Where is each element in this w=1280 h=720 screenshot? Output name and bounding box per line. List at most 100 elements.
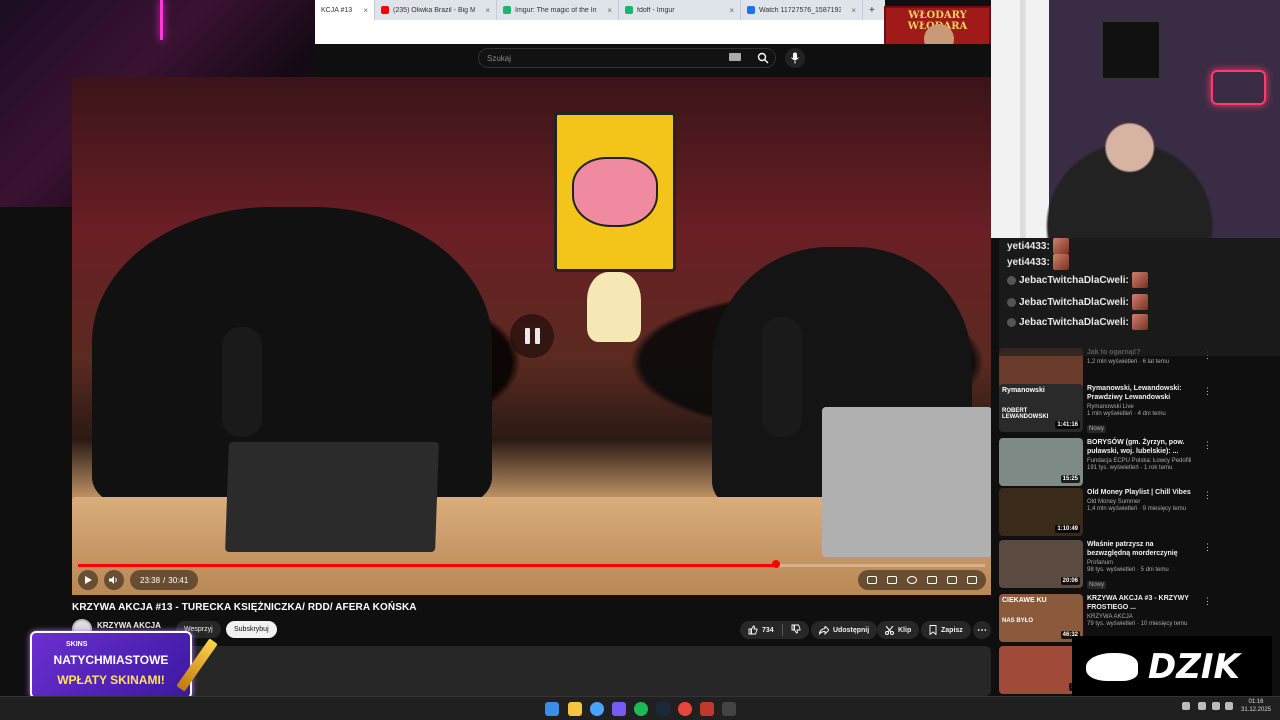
- spotify-icon[interactable]: [634, 702, 648, 716]
- boar-icon: [1086, 653, 1138, 681]
- recommendation-meta: Old Money Playlist | Chill Vibes Old Mone…: [1087, 488, 1199, 512]
- recommendation-title-line2[interactable]: bezwzględną morderczynię: [1087, 549, 1199, 558]
- close-tab-icon[interactable]: ×: [607, 6, 612, 15]
- recommendation-title-line2[interactable]: puławski, woj. lubelskie): ...: [1087, 447, 1199, 456]
- recommendation-title[interactable]: Old Money Playlist | Chill Vibes: [1087, 488, 1199, 497]
- recommendation-meta: Rymanowski, Lewandowski: Prawdziwy Lewand…: [1087, 384, 1199, 435]
- fullscreen-icon[interactable]: [967, 576, 977, 584]
- browser-address-bar[interactable]: [315, 20, 885, 44]
- video-progress-bar[interactable]: [78, 560, 985, 568]
- recommendation-channel[interactable]: Profanum: [1087, 560, 1199, 566]
- video-thumbnail[interactable]: 1:10:49: [999, 488, 1083, 536]
- chat-username: JebacTwitchaDlaCweli:: [1019, 274, 1129, 286]
- chat-badge-icon: [1007, 297, 1016, 307]
- recommendation-channel[interactable]: Rymanowski Live: [1087, 404, 1199, 410]
- clip-button[interactable]: Klip: [877, 621, 920, 639]
- video-thumbnail[interactable]: 15:25: [999, 438, 1083, 486]
- more-actions-button[interactable]: ⋯: [973, 621, 991, 639]
- tray-chevron-icon[interactable]: [1182, 702, 1190, 710]
- miniplayer-icon[interactable]: [927, 576, 937, 584]
- tab-label: KCJA #13: [321, 6, 353, 14]
- recommendation-title-line2[interactable]: Prawdziwy Lewandowski: [1087, 393, 1199, 402]
- chat-badge-icon: [1007, 275, 1016, 285]
- recommendation-channel[interactable]: Fundacja ECPU Polska: Łowcy Pedofili: [1087, 458, 1199, 464]
- app-icon-3[interactable]: [722, 702, 736, 716]
- save-button[interactable]: Zapisz: [921, 621, 971, 639]
- subscribe-button[interactable]: Subskrybuj: [226, 621, 277, 638]
- video-thumbnail[interactable]: CIEKAWE KU NAS BYŁO 46:32: [999, 594, 1083, 642]
- video-player[interactable]: 23:38 / 30:41: [72, 77, 991, 595]
- system-clock[interactable]: 01:16 31.12.2025: [1236, 698, 1276, 714]
- new-tab-button[interactable]: +: [863, 0, 881, 20]
- video-duration: 1:10:49: [1055, 525, 1080, 533]
- subtitles-icon[interactable]: [887, 576, 897, 584]
- video-thumbnail[interactable]: Rymanowski ROBERT LEWANDOWSKI 1:41:16: [999, 384, 1083, 432]
- recommendation-stats: 98 tys. wyświetleń · 5 dni temu: [1087, 567, 1169, 573]
- skull-figure: [587, 272, 641, 342]
- keyboard-icon[interactable]: [729, 53, 741, 61]
- tab-label: Watch 11727576_15871932215: [759, 6, 842, 14]
- share-button[interactable]: Udostępnij: [811, 621, 878, 639]
- network-icon[interactable]: [1212, 702, 1220, 710]
- browser-tab[interactable]: KCJA #13 ×: [315, 0, 375, 20]
- recommendation-item[interactable]: 1:10:49 Old Money Playlist | Chill Vibes O…: [999, 488, 1269, 540]
- recommendation-channel[interactable]: Old Money Summer: [1087, 499, 1199, 505]
- recommendation-title[interactable]: BORYSÓW (gm. Żyrzyn, pow.: [1087, 438, 1199, 447]
- recommendation-title[interactable]: Rymanowski, Lewandowski:: [1087, 384, 1199, 393]
- recommendation-item[interactable]: Rymanowski ROBERT LEWANDOWSKI 1:41:16 Ryman…: [999, 384, 1269, 436]
- thumbs-down-icon: [791, 624, 801, 634]
- volume-tray-icon[interactable]: [1225, 702, 1233, 710]
- voice-search-button[interactable]: [785, 48, 805, 68]
- steam-icon[interactable]: [656, 702, 670, 716]
- tab-favicon-icon: [625, 6, 633, 14]
- video-thumbnail[interactable]: 17: [999, 646, 1083, 694]
- chrome-icon[interactable]: [590, 702, 604, 716]
- file-explorer-icon[interactable]: [568, 702, 582, 716]
- recommendation-item[interactable]: 20:06 Właśnie patrzysz na bezwzględną mord…: [999, 540, 1269, 592]
- pause-indicator-icon[interactable]: [510, 314, 554, 358]
- laptop-left: [225, 442, 439, 552]
- more-options-icon[interactable]: ⋮: [1203, 386, 1212, 397]
- like-button[interactable]: 734: [748, 625, 774, 635]
- recommendation-title-line2[interactable]: FROSTIEGO ...: [1087, 603, 1199, 612]
- volume-button[interactable]: [104, 570, 124, 590]
- microphone-tray-icon[interactable]: [1198, 702, 1206, 710]
- tab-label: (235) Oliwka Brazil - Big Mome: [393, 6, 476, 14]
- recommendation-meta: Właśnie patrzysz na bezwzględną morderczy…: [1087, 540, 1199, 591]
- browser-tab[interactable]: Watch 11727576_15871932215 ×: [741, 0, 863, 20]
- more-options-icon[interactable]: ⋮: [1203, 490, 1212, 501]
- close-tab-icon[interactable]: ×: [729, 6, 734, 15]
- more-options-icon[interactable]: ⋮: [1203, 440, 1212, 451]
- dislike-button[interactable]: [791, 624, 801, 636]
- search-button[interactable]: [749, 48, 776, 68]
- scrubber-handle[interactable]: [772, 560, 781, 568]
- play-button[interactable]: [78, 570, 98, 590]
- start-menu-icon[interactable]: [545, 702, 559, 716]
- recommendation-title[interactable]: KRZYWA AKCJA #3 - KRZYWY: [1087, 594, 1199, 603]
- streamer-webcam-right: [991, 0, 1280, 238]
- share-label: Udostępnij: [833, 626, 870, 634]
- skins-promo-banner: SKINS NATYCHMIASTOWE WPŁATY SKINAMI!: [30, 631, 192, 699]
- more-options-icon[interactable]: ⋮: [1203, 596, 1212, 607]
- app-icon-2[interactable]: [700, 702, 714, 716]
- browser-tab[interactable]: Imgur: The magic of the Intern ×: [497, 0, 619, 20]
- recommendation-meta: KRZYWA AKCJA #3 - KRZYWY FROSTIEGO ... KRZ…: [1087, 594, 1199, 627]
- video-thumbnail[interactable]: 20:06: [999, 540, 1083, 588]
- more-options-icon[interactable]: ⋮: [1203, 542, 1212, 553]
- browser-tab[interactable]: (235) Oliwka Brazil - Big Mome ×: [375, 0, 497, 20]
- recommendation-title[interactable]: Właśnie patrzysz na: [1087, 540, 1199, 549]
- recommendation-item[interactable]: 15:25 BORYSÓW (gm. Żyrzyn, pow. puławski, …: [999, 438, 1269, 490]
- chat-message: JebacTwitchaDlaCweli:: [1007, 314, 1148, 330]
- theater-mode-icon[interactable]: [947, 576, 957, 584]
- tab-favicon-icon: [747, 6, 755, 14]
- channel-name[interactable]: KRZYWA AKCJA: [97, 621, 161, 630]
- recommendation-channel[interactable]: KRZYWA AKCJA: [1087, 614, 1199, 620]
- autoplay-toggle-icon[interactable]: [867, 576, 877, 584]
- close-tab-icon[interactable]: ×: [363, 6, 368, 15]
- browser-tab[interactable]: fdoff - Imgur ×: [619, 0, 741, 20]
- close-tab-icon[interactable]: ×: [851, 6, 856, 15]
- browser-icon[interactable]: [678, 702, 692, 716]
- app-icon[interactable]: [612, 702, 626, 716]
- settings-icon[interactable]: [907, 576, 917, 584]
- close-tab-icon[interactable]: ×: [485, 6, 490, 15]
